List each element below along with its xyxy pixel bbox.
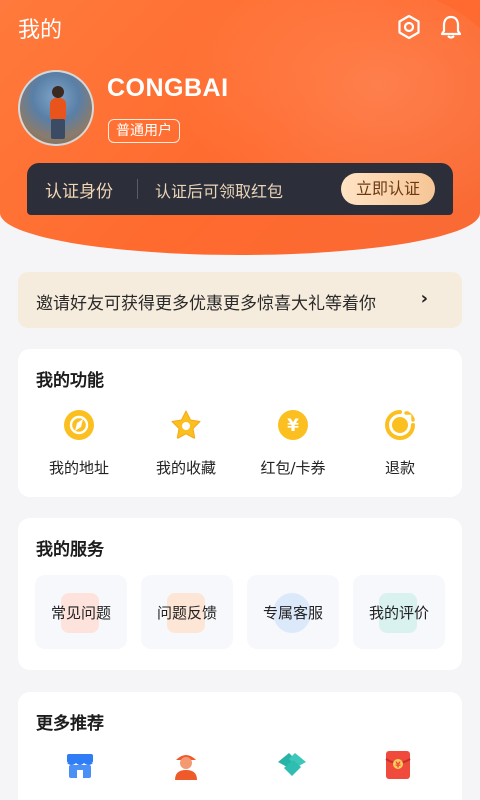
verify-divider — [137, 179, 138, 199]
settings-icon[interactable] — [396, 14, 422, 40]
verify-description: 认证后可领取红包 — [155, 182, 284, 201]
refund-icon — [385, 410, 415, 440]
red-packet-icon[interactable]: ¥ — [381, 748, 415, 782]
service-label: 专属客服 — [262, 604, 323, 622]
func-label: 我的地址 — [48, 459, 109, 477]
service-label: 问题反馈 — [156, 604, 217, 622]
functions-card: 我的功能 我的地址 我的收藏 ¥ 红包/卡券 退款 — [18, 349, 462, 497]
page-title: 我的 — [18, 18, 63, 43]
profile-header: 我的 CONGBAI 普通用户 认证身份 认证后可领取红包 立即认证 — [0, 0, 480, 255]
func-item-coupons[interactable]: ¥ 红包/卡券 — [248, 409, 338, 478]
more-title: 更多推荐 — [36, 714, 104, 734]
service-label: 常见问题 — [50, 604, 111, 622]
store-icon[interactable] — [63, 748, 97, 782]
verify-title: 认证身份 — [45, 182, 113, 202]
courier-icon[interactable] — [169, 748, 203, 782]
functions-title: 我的功能 — [36, 371, 104, 391]
user-level-badge: 普通用户 — [108, 119, 180, 143]
service-item-faq[interactable]: 常见问题 — [35, 575, 127, 649]
func-item-refund[interactable]: 退款 — [355, 409, 445, 478]
func-item-favorites[interactable]: 我的收藏 — [141, 409, 231, 478]
avatar-person-body — [50, 98, 66, 120]
service-item-feedback[interactable]: 问题反馈 — [141, 575, 233, 649]
avatar[interactable] — [18, 70, 94, 146]
service-item-support[interactable]: 专属客服 — [247, 575, 339, 649]
yen-coupon-icon: ¥ — [278, 410, 308, 440]
func-label: 退款 — [384, 459, 415, 477]
services-card: 我的服务 常见问题 问题反馈 专属客服 我的评价 — [18, 518, 462, 670]
handshake-icon[interactable] — [275, 748, 309, 782]
avatar-person-head — [52, 86, 64, 98]
username: CONGBAI — [107, 74, 229, 102]
services-title: 我的服务 — [36, 540, 104, 560]
func-label: 红包/卡券 — [260, 459, 326, 477]
more-card: 更多推荐 ¥ — [18, 692, 462, 800]
func-label: 我的收藏 — [155, 459, 216, 477]
service-item-reviews[interactable]: 我的评价 — [353, 575, 445, 649]
star-icon — [171, 410, 201, 439]
svg-text:¥: ¥ — [287, 416, 299, 436]
service-label: 我的评价 — [368, 604, 429, 622]
verify-banner: 认证身份 认证后可领取红包 立即认证 — [27, 163, 453, 215]
avatar-person-legs — [51, 119, 65, 139]
svg-text:¥: ¥ — [395, 761, 401, 770]
verify-now-button[interactable]: 立即认证 — [341, 173, 435, 205]
compass-icon — [64, 410, 94, 440]
chevron-right-icon: › — [420, 288, 428, 309]
bell-icon[interactable] — [438, 14, 464, 40]
func-item-address[interactable]: 我的地址 — [34, 409, 124, 478]
invite-banner[interactable]: 邀请好友可获得更多优惠更多惊喜大礼等着你 › — [18, 272, 462, 328]
invite-text: 邀请好友可获得更多优惠更多惊喜大礼等着你 — [36, 294, 376, 314]
